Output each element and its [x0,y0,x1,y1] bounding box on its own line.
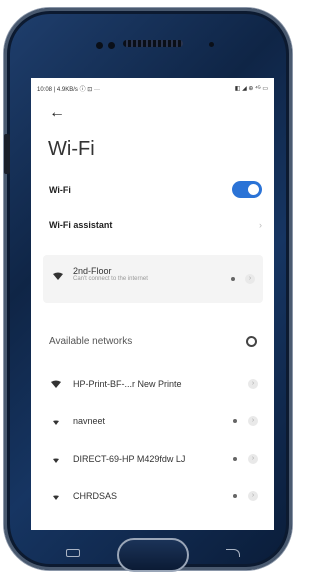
lock-icon [231,277,235,281]
network-details-button[interactable]: › [248,416,258,426]
lock-icon [233,494,237,498]
phone-frame: 10:08 | 4.9KB/s ⓘ ⊡ ··· ◧ ◢ ⊕ ⁴ᴳ ▭ ← Wi-… [4,8,292,572]
status-right-icons: ◧ ◢ ⊕ ⁴ᴳ ▭ [234,85,268,92]
wifi-assistant-row[interactable]: Wi-Fi assistant › [31,210,274,240]
wifi-signal-icon [53,272,63,280]
network-name: HP-Print-BF-...r New Printe [73,379,182,389]
available-networks-heading: Available networks [49,336,133,347]
lock-icon [233,457,237,461]
sensor-icon [108,42,115,49]
back-key[interactable] [226,549,240,557]
network-details-button[interactable]: › [248,379,258,389]
network-details-button[interactable]: › [248,454,258,464]
network-name: CHRDSAS [73,491,118,501]
earpiece-speaker [123,40,183,47]
wifi-signal-icon [51,380,61,388]
sensor-icon [96,42,103,49]
front-camera-icon [209,42,214,47]
network-name: navneet [73,416,106,426]
screen: 10:08 | 4.9KB/s ⓘ ⊡ ··· ◧ ◢ ⊕ ⁴ᴳ ▭ ← Wi-… [31,78,274,530]
wifi-toggle-switch[interactable] [232,181,262,198]
home-button[interactable] [117,538,189,572]
volume-button [4,134,10,174]
wifi-signal-icon [53,495,59,500]
saved-network-status: Can't connect to the internet [73,276,148,282]
status-bar: 10:08 | 4.9KB/s ⓘ ⊡ ··· ◧ ◢ ⊕ ⁴ᴳ ▭ [31,78,274,98]
wifi-label: Wi-Fi [49,185,71,195]
wifi-assistant-label: Wi-Fi assistant [49,220,113,230]
saved-network-card[interactable]: 2nd-Floor Can't connect to the internet … [43,255,263,303]
lock-icon [233,419,237,423]
refresh-icon[interactable] [246,336,257,347]
chevron-right-icon: › [259,220,262,230]
network-details-button[interactable]: › [245,274,255,284]
wifi-signal-icon [53,420,59,425]
recent-apps-key[interactable] [66,549,80,557]
network-name: DIRECT-69-HP M429fdw LJ [73,454,186,464]
network-row[interactable]: HP-Print-BF-...r New Printe › [31,369,274,399]
page-title: Wi-Fi [48,138,95,160]
back-arrow-icon[interactable]: ← [49,105,65,121]
wifi-toggle-row[interactable]: Wi-Fi [31,175,274,205]
saved-network-name: 2nd-Floor [73,266,112,276]
wifi-signal-icon [53,458,59,463]
network-details-button[interactable]: › [248,491,258,501]
status-left: 10:08 | 4.9KB/s ⓘ ⊡ ··· [37,86,100,93]
network-row[interactable]: CHRDSAS › [31,481,274,511]
network-row[interactable]: DIRECT-69-HP M429fdw LJ › [31,444,274,474]
network-row[interactable]: navneet › [31,406,274,436]
